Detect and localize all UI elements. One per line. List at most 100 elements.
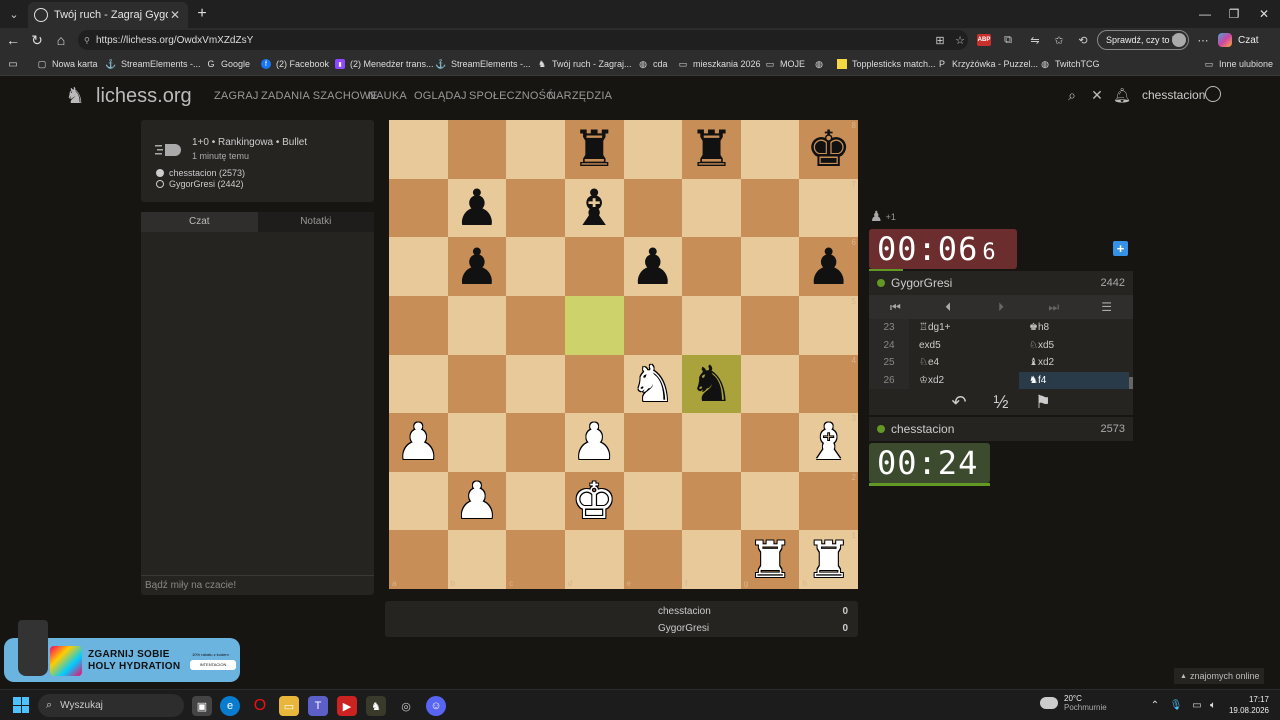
friends-online-button[interactable]: ▲ znajomych online [1174, 668, 1264, 684]
square-c8[interactable] [506, 120, 565, 179]
square-g5[interactable] [740, 295, 800, 355]
white-rook-icon[interactable]: ♜ [806, 535, 851, 585]
bookmark-item[interactable]: ♞ Twój ruch - Zagraj... [537, 57, 632, 71]
favorite-star-icon[interactable]: ☆ [951, 31, 969, 49]
takeback-icon[interactable]: ↶ [943, 389, 975, 415]
square-d3[interactable]: ♟ [564, 413, 624, 472]
last-move-icon[interactable]: ⏭ [1027, 295, 1080, 319]
bookmark-item[interactable]: ▢ Nowa karta [37, 57, 98, 71]
square-e8[interactable] [623, 120, 683, 179]
black-king-icon[interactable]: ♚ [806, 124, 851, 174]
bookmark-item[interactable]: G Google [206, 57, 250, 71]
square-b5[interactable] [447, 295, 507, 355]
square-c4[interactable] [506, 354, 565, 414]
player-bar[interactable]: chesstacion 2573 [869, 417, 1133, 441]
square-e6[interactable]: ♟ [623, 237, 683, 296]
black-move[interactable]: ♘xd5 [1019, 337, 1129, 355]
taskbar-search[interactable]: ⌕ Wyszukaj [38, 694, 184, 717]
edge-icon[interactable]: e [220, 696, 240, 716]
square-e1[interactable]: e [623, 530, 683, 589]
square-c5[interactable] [506, 295, 565, 355]
square-g6[interactable] [740, 237, 800, 296]
square-g2[interactable] [740, 471, 800, 531]
square-h8[interactable]: ♚ 8 [799, 120, 858, 179]
square-b3[interactable] [447, 413, 507, 472]
browser-tab-active[interactable]: Twój ruch - Zagraj GygorGresi ✕ [28, 2, 188, 28]
square-b1[interactable]: b [447, 530, 507, 589]
square-g7[interactable] [740, 178, 800, 238]
nav-learn[interactable]: NAUKA [368, 90, 407, 102]
other-bookmarks[interactable]: ▭ Inne ulubione [1204, 57, 1273, 71]
square-a3[interactable]: ♟ [389, 413, 448, 472]
bookmark-item[interactable]: ◍ TwitchTCG [1040, 57, 1099, 71]
split-screen-icon[interactable]: ⇋ [1026, 31, 1044, 49]
windows-start-icon[interactable] [13, 697, 29, 713]
white-player-entry[interactable]: chesstacion (2573) [156, 168, 245, 178]
white-king-icon[interactable]: ♚ [572, 476, 617, 526]
obs-icon[interactable]: ◎ [396, 696, 416, 716]
discord-icon[interactable]: ☺ [426, 696, 446, 716]
white-move[interactable]: ♔xd2 [909, 372, 1019, 390]
bookmark-item[interactable]: P Krzyżówka - Puzzel... [937, 57, 1038, 71]
chat-input[interactable]: Bądź miły na czacie! [141, 575, 374, 595]
player-name[interactable]: chesstacion [891, 422, 954, 436]
tab-list-chevron-icon[interactable]: ⌄ [4, 4, 24, 24]
square-d6[interactable] [564, 237, 624, 296]
microphone-icon[interactable]: 🎙︎ [1169, 698, 1183, 712]
bookmark-folder[interactable]: ▭ mieszkania 2026 [678, 57, 761, 71]
adblock-plus-icon[interactable]: ABP [977, 34, 991, 46]
square-d1[interactable]: d [564, 530, 624, 589]
favorites-icon[interactable]: ✩ [1050, 31, 1068, 49]
challenge-swords-icon[interactable]: ✕ [1089, 87, 1105, 103]
white-pawn-icon[interactable]: ♟ [396, 417, 441, 467]
square-f5[interactable] [682, 295, 741, 355]
tab-chat[interactable]: Czat [141, 212, 258, 232]
white-move[interactable]: exd5 [909, 337, 1019, 355]
square-f6[interactable] [682, 237, 741, 296]
white-move[interactable]: ♘e4 [909, 354, 1019, 372]
square-e2[interactable] [623, 471, 683, 531]
app-available-icon[interactable]: ⊞ [931, 31, 949, 49]
black-bishop-icon[interactable]: ♝ [572, 183, 617, 233]
square-f8[interactable]: ♜ [682, 120, 741, 179]
white-pawn-icon[interactable]: ♟ [455, 476, 500, 526]
lichess-taskbar-icon[interactable]: ♞ [366, 696, 386, 716]
square-d5[interactable] [564, 295, 624, 355]
square-g8[interactable] [740, 120, 800, 179]
black-move[interactable]: ♝xd2 [1019, 354, 1129, 372]
square-e3[interactable] [623, 413, 683, 472]
square-a6[interactable] [389, 237, 448, 296]
copilot-button[interactable]: Czat [1218, 30, 1278, 50]
black-pawn-icon[interactable]: ♟ [806, 242, 851, 292]
black-player-entry[interactable]: GygorGresi (2442) [156, 179, 244, 189]
collections-icon[interactable]: ▭ [6, 57, 20, 71]
system-clock[interactable]: 17:17 19.08.2026 [1225, 694, 1269, 716]
black-move[interactable]: ♚h8 [1019, 319, 1129, 337]
square-h3[interactable]: ♝ 3 [799, 413, 858, 472]
square-a4[interactable] [389, 354, 448, 414]
white-pawn-icon[interactable]: ♟ [572, 417, 617, 467]
black-pawn-icon[interactable]: ♟ [630, 242, 675, 292]
bookmark-folder[interactable]: ▭ MOJE [765, 57, 805, 71]
square-a2[interactable] [389, 471, 448, 531]
more-options-icon[interactable]: ⋯ [1194, 31, 1212, 49]
square-b4[interactable] [447, 354, 507, 414]
network-icon[interactable]: ▭ [1190, 698, 1204, 712]
nav-watch[interactable]: OGLĄDAJ [414, 90, 467, 102]
extensions-icon[interactable]: ⧉ [999, 31, 1017, 49]
tab-notes[interactable]: Notatki [257, 212, 374, 232]
square-g3[interactable] [740, 413, 800, 472]
square-d8[interactable]: ♜ [564, 120, 624, 179]
minimize-icon[interactable]: — [1195, 4, 1215, 24]
black-pawn-icon[interactable]: ♟ [455, 183, 500, 233]
square-c1[interactable]: c [506, 530, 565, 589]
bookmark-item[interactable]: ◍ cda [638, 57, 667, 71]
square-d2[interactable]: ♚ [564, 471, 624, 531]
volume-icon[interactable]: 🔈︎ [1206, 698, 1220, 712]
reload-icon[interactable]: ↻ [27, 30, 47, 50]
opera-icon[interactable]: O [250, 696, 270, 716]
tray-chevron-icon[interactable]: ⌃ [1148, 698, 1162, 712]
move-list-scrollbar[interactable] [1129, 377, 1133, 389]
black-rook-icon[interactable]: ♜ [572, 124, 617, 174]
black-knight-icon[interactable]: ♞ [689, 359, 734, 409]
